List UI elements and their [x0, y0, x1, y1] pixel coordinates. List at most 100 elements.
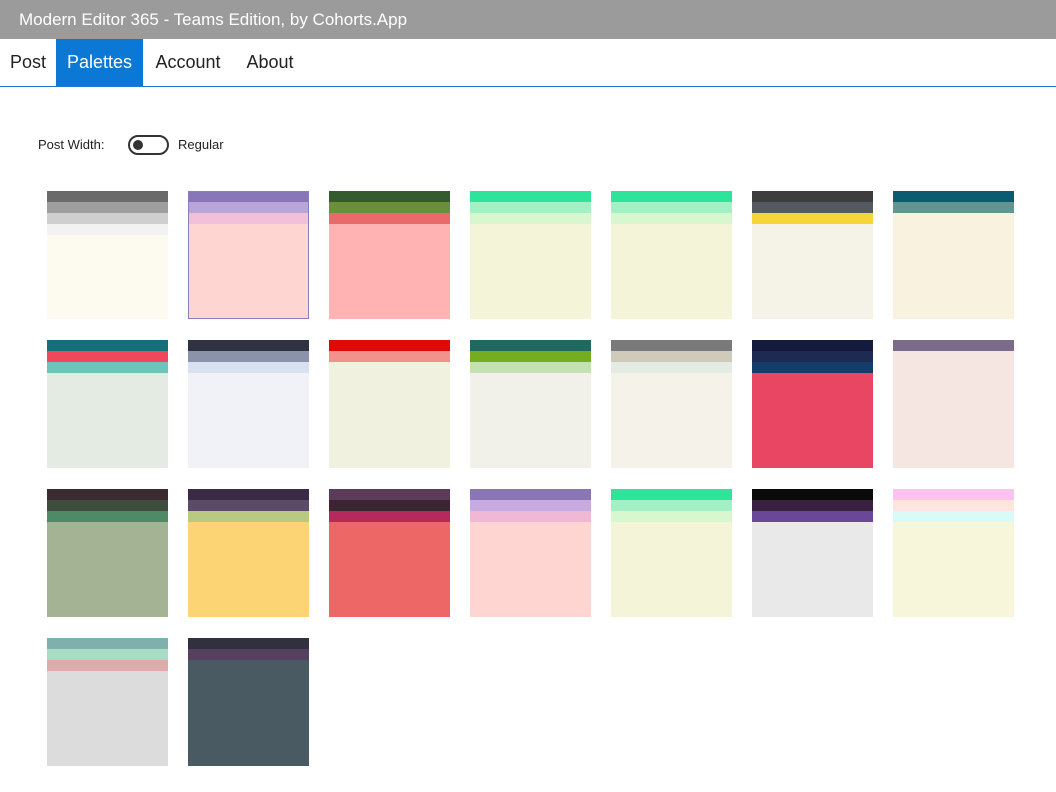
palette-color-stripe [470, 373, 591, 468]
palette-color-stripe [329, 522, 450, 617]
tab-post[interactable]: Post [0, 39, 56, 86]
palette-color-stripe [893, 213, 1014, 319]
palette-swatch[interactable] [893, 340, 1014, 468]
palette-swatch[interactable] [893, 191, 1014, 319]
palette-color-stripe [470, 224, 591, 319]
palette-color-stripe [893, 351, 1014, 468]
palette-color-stripe [752, 373, 873, 468]
palette-swatch[interactable] [47, 489, 168, 617]
palette-color-stripe [752, 224, 873, 319]
palette-color-stripe [47, 340, 168, 351]
palette-color-stripe [752, 340, 873, 351]
palette-color-stripe [47, 511, 168, 522]
palette-swatch[interactable] [752, 191, 873, 319]
palette-color-stripe [470, 351, 591, 362]
palette-color-stripe [329, 500, 450, 511]
palette-color-stripe [188, 522, 309, 617]
palette-color-stripe [893, 191, 1014, 202]
palette-color-stripe [611, 351, 732, 362]
palette-color-stripe [470, 489, 591, 500]
palette-color-stripe [470, 191, 591, 202]
palette-color-stripe [329, 202, 450, 213]
palette-color-stripe [611, 202, 732, 213]
palette-color-stripe [611, 340, 732, 351]
palette-swatch[interactable] [752, 340, 873, 468]
palette-color-stripe [188, 500, 309, 511]
palette-color-stripe [752, 522, 873, 617]
palette-swatch[interactable] [470, 191, 591, 319]
post-width-value: Regular [178, 137, 224, 152]
palette-color-stripe [752, 500, 873, 511]
tab-account[interactable]: Account [143, 39, 233, 86]
window-title: Modern Editor 365 - Teams Edition, by Co… [0, 0, 1056, 39]
palette-swatch[interactable] [329, 489, 450, 617]
palette-color-stripe [47, 202, 168, 213]
palette-color-stripe [329, 511, 450, 522]
palette-color-stripe [611, 224, 732, 319]
palette-color-stripe [329, 351, 450, 362]
palette-color-stripe [47, 362, 168, 373]
palette-color-stripe [893, 522, 1014, 617]
palette-swatch[interactable] [611, 191, 732, 319]
palette-color-stripe [470, 500, 591, 511]
tab-about[interactable]: About [233, 39, 307, 86]
palette-color-stripe [47, 191, 168, 202]
palette-color-stripe [752, 191, 873, 202]
palette-color-stripe [188, 224, 309, 319]
palette-color-stripe [893, 511, 1014, 522]
palette-color-stripe [611, 373, 732, 468]
palette-swatch[interactable] [188, 489, 309, 617]
palette-color-stripe [329, 489, 450, 500]
palette-swatch[interactable] [188, 340, 309, 468]
palette-color-stripe [188, 191, 309, 202]
palette-color-stripe [47, 235, 168, 319]
palette-color-stripe [752, 202, 873, 213]
palette-swatch[interactable] [752, 489, 873, 617]
palette-color-stripe [47, 660, 168, 671]
palette-color-stripe [329, 213, 450, 224]
palette-color-stripe [47, 649, 168, 660]
palette-color-stripe [329, 340, 450, 351]
palette-color-stripe [188, 489, 309, 500]
palette-color-stripe [611, 213, 732, 224]
palette-color-stripe [470, 202, 591, 213]
palette-color-stripe [188, 202, 309, 213]
palette-color-stripe [188, 511, 309, 522]
palette-color-stripe [611, 362, 732, 373]
palette-swatch[interactable] [470, 340, 591, 468]
palette-color-stripe [188, 649, 309, 660]
palette-color-stripe [752, 351, 873, 362]
tab-bar: Post Palettes Account About [0, 39, 1056, 87]
palette-color-stripe [893, 202, 1014, 213]
palette-color-stripe [752, 362, 873, 373]
toggle-knob [133, 140, 143, 150]
palette-swatch[interactable] [47, 191, 168, 319]
palette-swatch[interactable] [611, 489, 732, 617]
palette-swatch[interactable] [329, 340, 450, 468]
palette-color-stripe [470, 362, 591, 373]
palette-color-stripe [188, 340, 309, 351]
palette-color-stripe [47, 213, 168, 224]
palette-color-stripe [611, 522, 732, 617]
palette-color-stripe [188, 638, 309, 649]
palette-color-stripe [47, 500, 168, 511]
palette-color-stripe [47, 638, 168, 649]
palette-color-stripe [470, 511, 591, 522]
palette-swatch[interactable] [893, 489, 1014, 617]
palette-swatch[interactable] [188, 191, 309, 319]
palette-swatch[interactable] [188, 638, 309, 766]
palette-swatch[interactable] [470, 489, 591, 617]
palette-swatch[interactable] [329, 191, 450, 319]
palette-color-stripe [47, 351, 168, 362]
palette-color-stripe [188, 373, 309, 468]
palette-color-stripe [188, 660, 309, 766]
palette-swatch[interactable] [47, 340, 168, 468]
palette-swatch[interactable] [611, 340, 732, 468]
post-width-toggle[interactable] [128, 135, 169, 155]
palette-color-stripe [47, 224, 168, 235]
tab-palettes[interactable]: Palettes [56, 39, 143, 86]
palette-swatch[interactable] [47, 638, 168, 766]
palette-color-stripe [752, 213, 873, 224]
palette-color-stripe [470, 213, 591, 224]
palette-color-stripe [752, 489, 873, 500]
